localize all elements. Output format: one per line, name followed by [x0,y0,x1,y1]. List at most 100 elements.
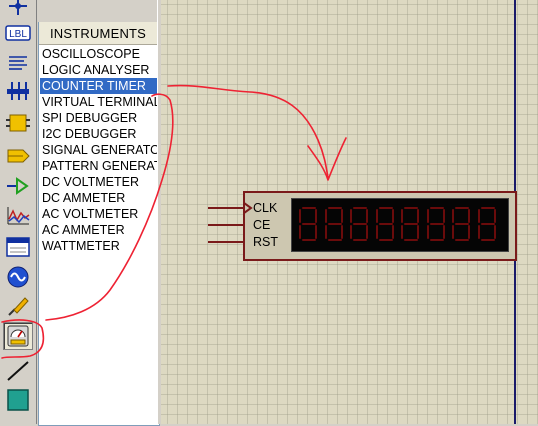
clk-pin[interactable] [208,207,244,209]
list-item-virtual-terminal[interactable]: VIRTUAL TERMINAL [40,94,157,110]
list-item-logic-analyser[interactable]: LOGIC ANALYSER [40,62,157,78]
display-segment [429,223,444,225]
junction-icon[interactable] [4,0,32,20]
ce-pin[interactable] [208,224,244,226]
instruments-panel-title: INSTRUMENTS [39,22,157,45]
display-segment [327,207,342,209]
display-segment [468,209,470,223]
display-segment [455,239,469,241]
display-digit [349,207,371,241]
display-segment [324,209,327,223]
list-item-i2c-debugger[interactable]: I2C DEBUGGER [40,126,157,142]
display-segment [391,225,394,239]
display-segment [493,225,496,239]
list-item-counter-timer[interactable]: COUNTER TIMER [40,78,157,94]
display-segment [442,209,445,223]
display-segment [353,239,367,241]
display-segment [315,209,317,223]
display-segment [477,225,480,239]
display-segment [404,223,418,225]
clk-pin-label: CLK [253,201,278,215]
display-segment [327,239,342,241]
display-segment [442,225,445,239]
list-item-signal-generator[interactable]: SIGNAL GENERATOR [40,142,157,158]
list-item-pattern-generator[interactable]: PATTERN GENERATOR [40,158,157,174]
display-segment [455,207,469,209]
display-segment [353,207,367,209]
tape-recorder-icon[interactable] [4,234,32,260]
display-segment [302,223,316,225]
list-item-spi-debugger[interactable]: SPI DEBUGGER [40,110,157,126]
generator-icon[interactable] [4,264,32,290]
display-segment [378,207,393,209]
line-tool-icon[interactable] [4,358,32,384]
display-segment [404,239,418,241]
terminal-icon[interactable] [4,143,32,169]
display-digit [477,207,499,241]
list-item-ac-voltmeter[interactable]: AC VOLTMETER [40,206,157,222]
rst-pin[interactable] [208,241,244,243]
bus-icon[interactable] [4,78,32,104]
display-segment [417,225,419,239]
list-item-wattmeter[interactable]: WATTMETER [40,238,157,254]
text-script-icon[interactable] [4,50,32,76]
virtual-instruments-icon[interactable] [3,322,33,350]
display-segment [327,223,342,225]
display-segment [429,207,444,209]
display-segment [452,225,454,239]
display-segment [426,225,429,239]
list-item-ac-ammeter[interactable]: AC AMMETER [40,222,157,238]
display-segment [302,207,316,209]
device-pin-icon[interactable] [4,173,32,199]
list-item-dc-ammeter[interactable]: DC AMMETER [40,190,157,206]
display-digit [324,207,346,241]
panel-top-strip [38,0,158,22]
display-segment [366,209,368,223]
display-segment [480,223,495,225]
display-segment [350,225,352,239]
display-segment [426,209,429,223]
display-segment [315,225,317,239]
display-segment [455,223,469,225]
display-digit [400,207,422,241]
graph-icon[interactable] [4,203,32,229]
display-segment [477,209,480,223]
label-icon-text: LBL [9,29,27,40]
display-segment [404,207,418,209]
display-segment [340,225,343,239]
display-segment [401,209,403,223]
display-digit [451,207,473,241]
display-segment [375,225,378,239]
rst-pin-label: RST [253,235,278,249]
voltage-probe-icon[interactable] [4,293,32,319]
box-tool-icon[interactable] [4,387,32,413]
display-digit [298,207,320,241]
display-segment [302,239,316,241]
display-segment [452,209,454,223]
list-item-oscilloscope[interactable]: OSCILLOSCOPE [40,46,157,62]
display-segment [340,209,343,223]
display-segment [378,223,393,225]
display-segment [401,225,403,239]
display-segment [299,225,301,239]
display-segment [375,209,378,223]
label-icon[interactable]: LBL [4,20,32,46]
display-segment [429,239,444,241]
ce-pin-label: CE [253,218,271,232]
list-item-dc-voltmeter[interactable]: DC VOLTMETER [40,174,157,190]
display-segment [480,239,495,241]
display-segment [366,225,368,239]
display-segment [299,209,301,223]
display-segment [350,209,352,223]
display-segment [468,225,470,239]
instruments-list: OSCILLOSCOPE LOGIC ANALYSER COUNTER TIME… [40,46,157,254]
display-digit [375,207,397,241]
display-segment [493,209,496,223]
display-digit [426,207,448,241]
display-segment [378,239,393,241]
display-segment [391,209,394,223]
subcircuit-icon[interactable] [4,110,32,136]
display-segment [353,223,367,225]
mode-toolbar: LBL [0,0,37,424]
display-segment [417,209,419,223]
